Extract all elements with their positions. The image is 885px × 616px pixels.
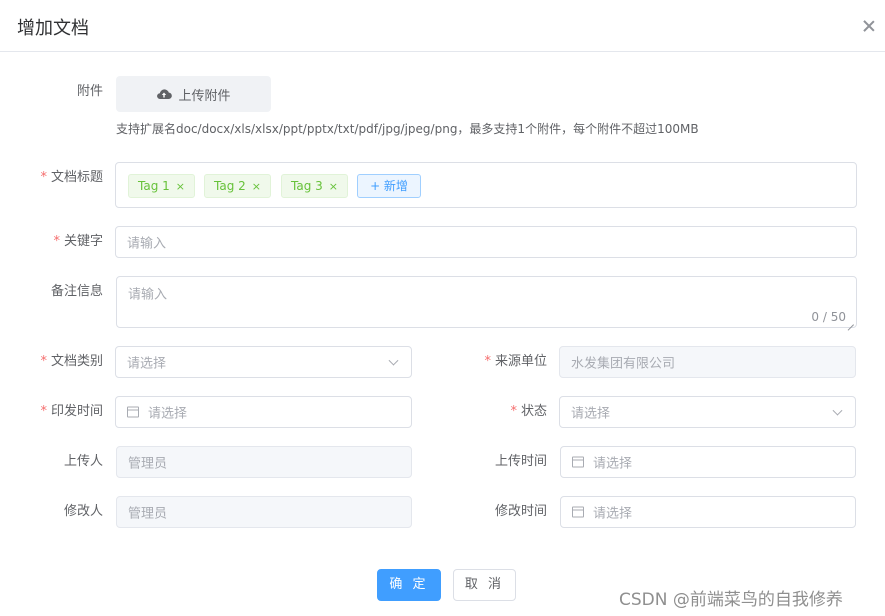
tag-close-icon[interactable]: ×: [329, 180, 338, 193]
status-select[interactable]: 请选择: [559, 396, 856, 428]
issue-time-label: * 印发时间: [40, 404, 103, 419]
modify-time-label: 修改时间: [494, 504, 547, 519]
required-mark: *: [40, 170, 47, 185]
dialog-title: 增加文档: [17, 18, 89, 39]
uploader-value: 管理员: [128, 456, 168, 472]
remark-label: 备注信息: [50, 284, 103, 299]
tag-item: Tag 1 ×: [128, 174, 195, 198]
source-input: 水发集团有限公司: [559, 346, 856, 378]
required-mark: *: [484, 354, 491, 369]
resize-handle-icon[interactable]: [846, 317, 854, 325]
upload-attachment-button[interactable]: 上传附件: [116, 76, 271, 112]
uploader-input: 管理员: [116, 446, 412, 478]
confirm-button[interactable]: 确 定: [377, 569, 441, 601]
chevron-down-icon: [832, 405, 843, 416]
remark-char-counter: 0 / 50: [811, 310, 846, 324]
modify-time-placeholder: 请选择: [593, 506, 633, 522]
upload-time-picker[interactable]: 请选择: [560, 446, 856, 478]
status-label: * 状态: [510, 404, 547, 419]
upload-hint: 支持扩展名doc/docx/xls/xlsx/ppt/pptx/txt/pdf/…: [116, 122, 699, 136]
cancel-button[interactable]: 取 消: [453, 569, 516, 601]
required-mark: *: [40, 404, 47, 419]
modifier-input: 管理员: [116, 496, 412, 528]
close-icon[interactable]: [862, 19, 876, 33]
calendar-icon: [127, 406, 139, 418]
status-placeholder: 请选择: [571, 406, 611, 422]
doc-type-label: * 文档类别: [40, 354, 103, 369]
tag-close-icon[interactable]: ×: [252, 180, 261, 193]
issue-time-placeholder: 请选择: [148, 406, 188, 422]
keyword-label: * 关键字: [53, 234, 103, 249]
tag-item: Tag 2 ×: [204, 174, 271, 198]
calendar-icon: [572, 456, 584, 468]
doc-type-placeholder: 请选择: [127, 356, 167, 372]
upload-button-label: 上传附件: [178, 88, 231, 104]
remark-placeholder: 请输入: [128, 287, 168, 303]
issue-time-picker[interactable]: 请选择: [115, 396, 412, 428]
cloud-upload-icon: [157, 89, 173, 100]
tag-close-icon[interactable]: ×: [176, 180, 185, 193]
modifier-label: 修改人: [63, 504, 103, 519]
required-mark: *: [53, 234, 60, 249]
keyword-input[interactable]: 请输入: [115, 226, 857, 258]
keyword-placeholder: 请输入: [127, 236, 167, 252]
uploader-label: 上传人: [63, 454, 103, 469]
remark-textarea[interactable]: 请输入 0 / 50: [116, 276, 857, 328]
doc-title-tag-field[interactable]: Tag 1 × Tag 2 × Tag 3 × + 新增: [115, 162, 857, 208]
upload-time-label: 上传时间: [494, 454, 547, 469]
dialog-header: 增加文档: [0, 0, 885, 52]
doc-title-label: * 文档标题: [40, 170, 103, 185]
source-value: 水发集团有限公司: [571, 356, 676, 372]
required-mark: *: [40, 354, 47, 369]
tag-item: Tag 3 ×: [281, 174, 348, 198]
upload-time-placeholder: 请选择: [593, 456, 633, 472]
required-mark: *: [510, 404, 517, 419]
calendar-icon: [572, 506, 584, 518]
modifier-value: 管理员: [128, 506, 168, 522]
add-tag-button[interactable]: + 新增: [357, 174, 421, 198]
source-label: * 来源单位: [484, 354, 547, 369]
watermark-text: CSDN @前端菜鸟的自我修养: [619, 590, 843, 610]
chevron-down-icon: [388, 355, 399, 366]
attachment-label: 附件: [76, 84, 103, 99]
modify-time-picker[interactable]: 请选择: [560, 496, 856, 528]
doc-type-select[interactable]: 请选择: [115, 346, 412, 378]
